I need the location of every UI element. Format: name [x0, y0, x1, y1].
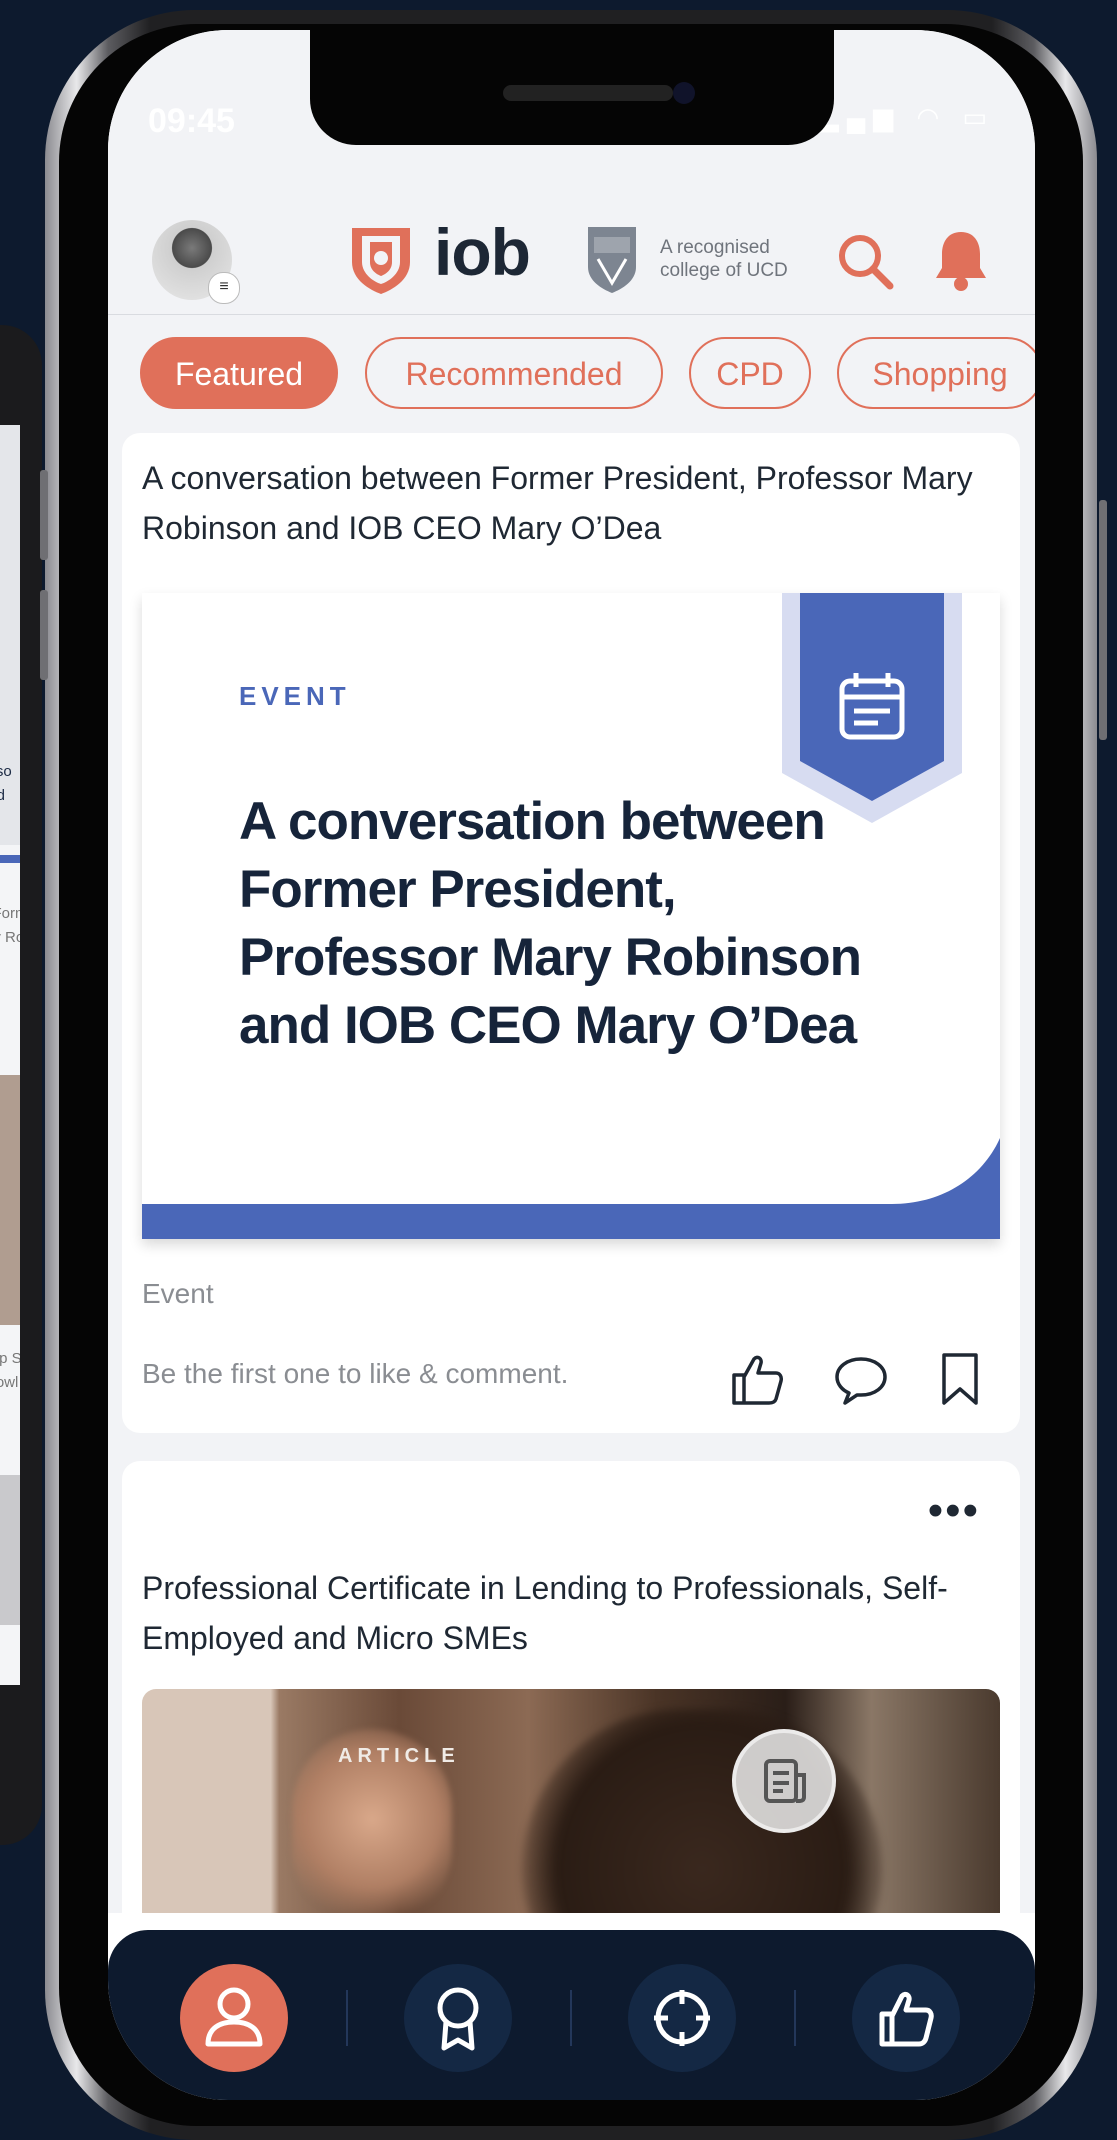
background-text: n [0, 715, 20, 733]
feed-card[interactable]: A conversation between Former President,… [122, 433, 1020, 1433]
tab-shopping[interactable]: Shopping [837, 337, 1035, 409]
profile-icon [205, 1987, 263, 2047]
background-divider [0, 855, 20, 863]
background-text: er [0, 739, 20, 757]
card-title[interactable]: Professional Certificate in Lending to P… [142, 1563, 992, 1663]
background-image [0, 1075, 20, 1325]
feed: A conversation between Former President,… [108, 433, 1035, 1913]
status-time: 09:45 [148, 102, 235, 140]
background-text: a [0, 811, 20, 829]
nav-awards[interactable] [404, 1964, 512, 2072]
like-icon[interactable] [728, 1351, 784, 1407]
status-bar: 09:45 ▂▄▆ ◠ ▭ [108, 30, 1035, 190]
wifi-icon: ◠ [916, 102, 948, 132]
speaker [503, 85, 673, 101]
more-options-icon[interactable]: ••• [928, 1489, 980, 1533]
app-screen: 09:45 ▂▄▆ ◠ ▭ ≡ iob A recognised college… [108, 30, 1035, 2100]
background-image [0, 1475, 20, 1625]
menu-icon[interactable]: ≡ [208, 272, 240, 304]
nav-divider [570, 1990, 572, 2046]
event-image-footer [142, 1138, 1000, 1239]
volume-button [40, 470, 48, 560]
category-tabs: Featured Recommended CPD Shopping [108, 315, 1035, 433]
background-image [0, 425, 20, 845]
nav-goals[interactable] [628, 1964, 736, 2072]
nav-profile[interactable] [180, 1964, 288, 2072]
brand-name: iob [434, 215, 531, 289]
background-phone: n er esso and a n Form ary Ro ship S Cro… [0, 325, 42, 1845]
image-label: ARTICLE [338, 1745, 460, 1767]
search-icon[interactable] [836, 232, 894, 290]
card-type: Event [142, 1278, 214, 1309]
image-label: EVENT [239, 681, 351, 711]
article-image[interactable]: ARTICLE [142, 1689, 1000, 1913]
app-header: ≡ iob A recognised college of UCD [108, 190, 1035, 315]
tab-recommended[interactable]: Recommended [365, 337, 663, 409]
bookmark-icon[interactable] [932, 1351, 988, 1407]
background-text: and [0, 787, 6, 804]
bottom-navigation [108, 1930, 1035, 2100]
ucd-crest-icon [588, 227, 636, 293]
iob-shield-logo-icon [352, 228, 410, 294]
bell-icon[interactable] [932, 228, 990, 292]
card-title[interactable]: A conversation between Former President,… [142, 453, 992, 553]
background-text: n Form [0, 905, 20, 922]
background-phone-screen: n er esso and a n Form ary Ro ship S Cro… [0, 425, 20, 1685]
article-icon [764, 1759, 806, 1803]
thumbs-up-icon [879, 1991, 934, 2047]
award-icon [437, 1987, 479, 2051]
background-text: esso [0, 763, 12, 780]
event-image[interactable]: EVENT A conversation between Former Pres… [142, 593, 1000, 1239]
feed-card[interactable]: ••• Professional Certificate in Lending … [122, 1461, 1020, 1913]
front-camera [673, 82, 695, 104]
comment-icon[interactable] [833, 1351, 889, 1407]
background-text: ship S [0, 1350, 20, 1367]
nav-divider [346, 1990, 348, 2046]
partner-text: A recognised college of UCD [660, 237, 788, 281]
tab-cpd[interactable]: CPD [689, 337, 811, 409]
target-icon [654, 1990, 710, 2046]
battery-icon: ▭ [962, 102, 995, 132]
engagement-text: Be the first one to like & comment. [142, 1358, 569, 1389]
status-icons: ▂▄▆ ◠ ▭ [819, 102, 995, 133]
power-button [1099, 500, 1107, 740]
nav-likes[interactable] [852, 1964, 960, 2072]
tab-featured[interactable]: Featured [140, 337, 338, 409]
volume-button [40, 590, 48, 680]
event-badge [782, 593, 962, 823]
background-text: Crowl [0, 1374, 19, 1391]
article-badge [732, 1729, 836, 1833]
nav-divider [794, 1990, 796, 2046]
image-heading: A conversation between Former President,… [239, 792, 862, 1055]
background-text: ary Ro [0, 929, 20, 946]
